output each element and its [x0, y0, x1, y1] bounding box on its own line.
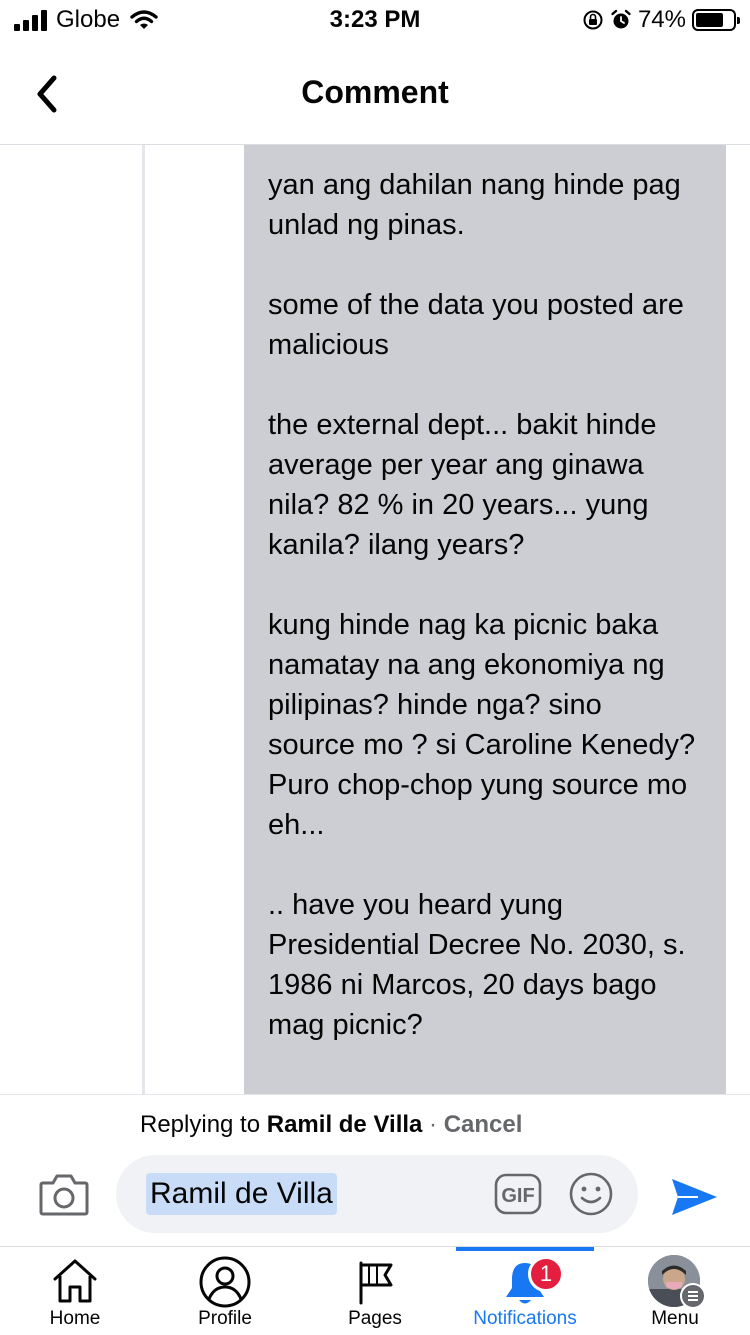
replying-to-line: Replying to Ramil de Villa · Cancel: [140, 1111, 522, 1139]
reply-composer: Replying to Ramil de Villa · Cancel Rami…: [0, 1094, 750, 1247]
tab-profile-label: Profile: [198, 1308, 252, 1329]
alarm-icon: [611, 9, 631, 29]
menu-lines-icon: [680, 1283, 706, 1309]
replying-to-prefix: Replying to: [140, 1111, 261, 1138]
comment-input-value[interactable]: Ramil de Villa: [146, 1173, 337, 1215]
thread-line: [142, 145, 145, 1095]
send-icon: [672, 1179, 717, 1215]
tab-pages-label: Pages: [348, 1308, 402, 1329]
reply-separator: ·: [429, 1111, 438, 1138]
emoji-button[interactable]: [568, 1171, 614, 1217]
notification-count-badge: 1: [528, 1256, 564, 1292]
tab-profile[interactable]: Profile: [150, 1247, 300, 1335]
tab-home[interactable]: Home: [0, 1247, 150, 1335]
gif-label: GIF: [501, 1185, 534, 1207]
orientation-lock-icon: [583, 10, 603, 30]
tab-menu-label: Menu: [651, 1308, 699, 1329]
comment-input[interactable]: Ramil de Villa GIF: [116, 1155, 638, 1233]
status-right: 74%: [582, 6, 740, 34]
bottom-tab-bar: Home Profile Pages Notifications 1 Menu: [0, 1246, 750, 1335]
page-title: Comment: [301, 74, 449, 110]
cancel-reply-button[interactable]: Cancel: [444, 1111, 523, 1138]
home-icon: [53, 1259, 97, 1303]
profile-icon: [199, 1256, 251, 1308]
gif-icon: GIF: [494, 1173, 542, 1215]
camera-icon: [39, 1174, 89, 1216]
smiley-icon: [569, 1172, 613, 1216]
send-button[interactable]: [668, 1175, 720, 1219]
comment-bubble[interactable]: yan ang dahilan nang hinde pag unlad ng …: [244, 145, 726, 1095]
comment-text: yan ang dahilan nang hinde pag unlad ng …: [268, 169, 696, 1041]
status-bar: Globe 3:23 PM 74%: [0, 0, 750, 44]
flag-icon: [359, 1261, 393, 1305]
tab-notifications-label: Notifications: [473, 1308, 577, 1329]
battery-icon: [692, 9, 740, 31]
camera-button[interactable]: [38, 1171, 90, 1217]
tab-notifications[interactable]: Notifications: [450, 1247, 600, 1335]
battery-percent: 74%: [637, 6, 686, 33]
tab-home-label: Home: [49, 1308, 101, 1329]
gif-button[interactable]: GIF: [494, 1173, 542, 1215]
header: Comment: [0, 44, 750, 145]
replying-to-name: Ramil de Villa: [266, 1111, 423, 1138]
tab-pages[interactable]: Pages: [300, 1247, 450, 1335]
